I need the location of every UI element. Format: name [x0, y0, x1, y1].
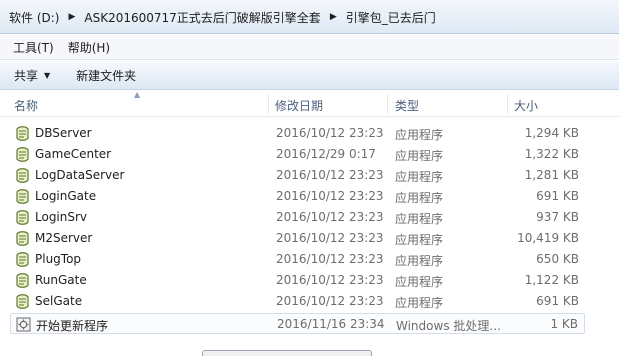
- file-date: 2016/10/12 23:23: [276, 126, 384, 140]
- file-row[interactable]: LoginSrv 2016/10/12 23:23 应用程序 937 KB: [10, 207, 585, 228]
- file-type: 应用程序: [395, 149, 444, 163]
- exe-shell-icon: [14, 251, 31, 268]
- file-size: 691 KB: [536, 189, 579, 203]
- menu-help[interactable]: 帮助(H): [61, 37, 117, 58]
- breadcrumb: 软件 (D:) ▶ ASK201600717正式去后门破解版引擎全套 ▶ 引擎包…: [0, 4, 619, 30]
- file-size: 1,294 KB: [524, 126, 579, 140]
- file-type: 应用程序: [395, 212, 444, 226]
- file-size: 1,281 KB: [524, 168, 579, 182]
- command-bar: 共享 ▼ 新建文件夹: [0, 61, 619, 90]
- breadcrumb-separator-icon[interactable]: ▶: [324, 12, 343, 22]
- dialog-edge: [202, 350, 372, 356]
- column-date[interactable]: 修改日期: [275, 97, 323, 114]
- breadcrumb-item-folder[interactable]: ASK201600717正式去后门破解版引擎全套: [81, 9, 323, 26]
- file-type: 应用程序: [395, 254, 444, 268]
- chevron-down-icon: ▼: [44, 70, 51, 80]
- file-name: GameCenter: [35, 147, 112, 161]
- file-date: 2016/12/29 0:17: [276, 147, 376, 161]
- file-row[interactable]: 开始更新程序 2016/11/16 23:34 Windows 批处理... 1…: [10, 313, 585, 334]
- share-label: 共享: [14, 68, 39, 83]
- file-name: LogDataServer: [35, 168, 125, 182]
- breadcrumb-item-current[interactable]: 引擎包_已去后门: [343, 9, 439, 26]
- column-name[interactable]: 名称: [14, 97, 38, 114]
- column-size[interactable]: 大小: [514, 97, 538, 114]
- file-name: LoginSrv: [35, 210, 88, 224]
- file-name: PlugTop: [35, 252, 82, 266]
- file-size: 1,322 KB: [524, 147, 579, 161]
- file-name: LoginGate: [35, 189, 97, 203]
- column-divider[interactable]: [507, 94, 508, 114]
- file-date: 2016/10/12 23:23: [276, 231, 384, 245]
- file-type: 应用程序: [395, 170, 444, 184]
- file-size: 1,122 KB: [524, 273, 579, 287]
- file-row[interactable]: LogDataServer 2016/10/12 23:23 应用程序 1,28…: [10, 165, 585, 186]
- menu-tools[interactable]: 工具(T): [6, 37, 61, 58]
- file-date: 2016/10/12 23:23: [276, 189, 384, 203]
- file-name: SelGate: [35, 294, 83, 308]
- exe-shell-icon: [14, 188, 31, 205]
- file-row[interactable]: M2Server 2016/10/12 23:23 应用程序 10,419 KB: [10, 228, 585, 249]
- file-date: 2016/10/12 23:23: [276, 210, 384, 224]
- file-size: 1 KB: [550, 317, 578, 331]
- file-date: 2016/10/12 23:23: [276, 294, 384, 308]
- breadcrumb-separator-icon[interactable]: ▶: [62, 12, 81, 22]
- exe-shell-icon: [14, 146, 31, 163]
- file-size: 691 KB: [536, 294, 579, 308]
- file-name: M2Server: [35, 231, 93, 245]
- file-type: 应用程序: [395, 191, 444, 205]
- sort-ascending-icon: ▲: [134, 90, 141, 99]
- exe-shell-icon: [14, 293, 31, 310]
- file-name: 开始更新程序: [36, 319, 109, 333]
- file-date: 2016/10/12 23:23: [276, 168, 384, 182]
- file-name: RunGate: [35, 273, 87, 287]
- share-button[interactable]: 共享 ▼: [14, 67, 50, 84]
- file-size: 10,419 KB: [517, 231, 579, 245]
- file-row[interactable]: PlugTop 2016/10/12 23:23 应用程序 650 KB: [10, 249, 585, 270]
- file-type: 应用程序: [395, 128, 444, 142]
- file-type: 应用程序: [395, 296, 444, 310]
- file-row[interactable]: GameCenter 2016/12/29 0:17 应用程序 1,322 KB: [10, 144, 585, 165]
- file-name: DBServer: [35, 126, 92, 140]
- file-type: 应用程序: [395, 275, 444, 289]
- file-row[interactable]: RunGate 2016/10/12 23:23 应用程序 1,122 KB: [10, 270, 585, 291]
- exe-shell-icon: [14, 167, 31, 184]
- file-size: 937 KB: [536, 210, 579, 224]
- new-folder-button[interactable]: 新建文件夹: [76, 67, 136, 84]
- exe-shell-icon: [14, 272, 31, 289]
- file-row[interactable]: SelGate 2016/10/12 23:23 应用程序 691 KB: [10, 291, 585, 312]
- file-row[interactable]: LoginGate 2016/10/12 23:23 应用程序 691 KB: [10, 186, 585, 207]
- column-divider[interactable]: [387, 94, 388, 114]
- file-type: 应用程序: [395, 233, 444, 247]
- exe-shell-icon: [14, 230, 31, 247]
- file-date: 2016/10/12 23:23: [276, 252, 384, 266]
- column-type[interactable]: 类型: [395, 97, 419, 114]
- exe-shell-icon: [14, 209, 31, 226]
- file-row[interactable]: DBServer 2016/10/12 23:23 应用程序 1,294 KB: [10, 123, 585, 144]
- address-bar[interactable]: 软件 (D:) ▶ ASK201600717正式去后门破解版引擎全套 ▶ 引擎包…: [0, 0, 619, 34]
- column-divider[interactable]: [268, 94, 269, 114]
- exe-shell-icon: [14, 125, 31, 142]
- breadcrumb-item-drive[interactable]: 软件 (D:): [6, 9, 62, 26]
- batch-file-icon: [15, 316, 32, 333]
- menu-bar: 工具(T) 帮助(H): [0, 35, 619, 60]
- file-size: 650 KB: [536, 252, 579, 266]
- file-date: 2016/10/12 23:23: [276, 273, 384, 287]
- column-header: ▲ 名称 修改日期 类型 大小: [0, 90, 619, 117]
- file-type: Windows 批处理...: [396, 319, 501, 333]
- file-date: 2016/11/16 23:34: [277, 317, 385, 331]
